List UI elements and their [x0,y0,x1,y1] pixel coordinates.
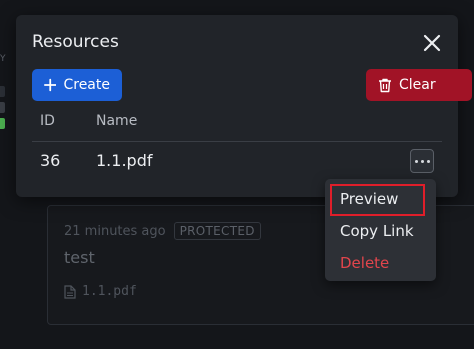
dialog-title: Resources [32,32,119,52]
card-attachment: 1.1.pdf [64,284,137,299]
file-icon [64,284,76,299]
clear-button[interactable]: Clear [366,69,472,101]
card-file-name: 1.1.pdf [82,284,137,299]
close-button[interactable] [420,31,444,55]
background-indicator [0,86,5,97]
more-dot-icon [426,159,430,163]
more-dot-icon [420,159,424,163]
column-header-name: Name [96,113,138,129]
trash-icon [379,78,391,92]
row-actions-button[interactable] [410,149,434,173]
menu-item-copy-link[interactable]: Copy Link [340,222,414,240]
row-id-cell: 36 [40,151,61,170]
clear-button-label: Clear [399,77,436,93]
create-button-label: Create [63,77,110,93]
menu-item-delete[interactable]: Delete [340,254,389,272]
row-name-cell: 1.1.pdf [96,151,153,170]
column-header-id: ID [40,113,55,129]
row-actions-menu: Preview Copy Link Delete [325,179,436,281]
card-title: test [64,248,95,267]
close-icon [423,34,441,52]
plus-icon [44,78,57,92]
menu-item-preview[interactable]: Preview [340,190,398,208]
card-meta: 21 minutes ago PROTECTED [64,222,261,240]
more-dot-icon [414,159,418,163]
protected-badge: PROTECTED [173,222,261,240]
background-side-label: Y [0,54,6,64]
background-indicator-active [0,118,5,129]
table-divider [32,141,442,142]
card-time: 21 minutes ago [64,223,166,239]
create-button[interactable]: Create [32,69,122,101]
resources-dialog: Resources Create Clear ID Name 36 1.1.pd… [16,15,472,197]
background-indicator [0,102,5,113]
